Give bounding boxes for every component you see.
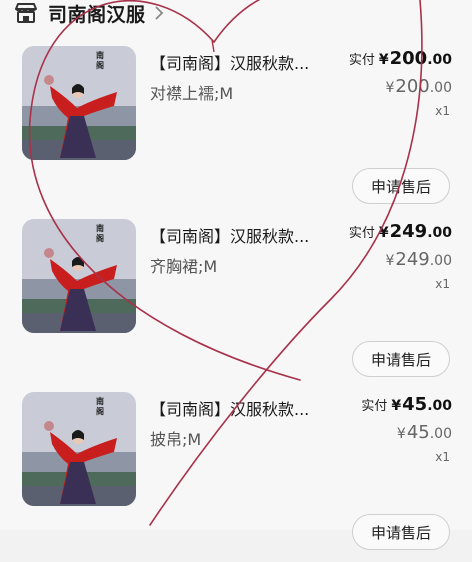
seal-mark: 南 阁 <box>96 223 104 243</box>
product-spec: 对襟上襦;M <box>150 84 234 103</box>
quantity: x1 <box>435 104 450 118</box>
paid-dec: .00 <box>427 52 452 68</box>
paid-label: 实付 <box>361 399 388 414</box>
quantity: x1 <box>435 450 450 464</box>
currency-symbol: ¥ <box>378 225 389 241</box>
unit-int: 249 <box>395 249 430 270</box>
paid-dec: .00 <box>427 225 452 241</box>
paid-label: 实付 <box>348 226 375 241</box>
product-spec: 齐胸裙;M <box>150 257 218 276</box>
after-sale-button[interactable]: 申请售后 <box>352 514 450 550</box>
unit-dec: .00 <box>429 80 452 96</box>
svg-text:阁: 阁 <box>96 60 104 70</box>
paid-dec: .00 <box>427 398 452 414</box>
seal-mark: 南 阁 <box>96 50 104 70</box>
svg-text:南: 南 <box>96 223 104 233</box>
product-spec: 披帛;M <box>150 430 202 449</box>
unit-dec: .00 <box>429 426 452 442</box>
currency-symbol: ¥ <box>391 398 402 414</box>
currency-symbol: ¥ <box>385 80 395 96</box>
after-sale-button[interactable]: 申请售后 <box>352 341 450 377</box>
order-item[interactable]: 南 阁 【司南阁】汉服秋款... 齐胸裙;M 实付 ¥ 249 .00 ¥ 24… <box>0 219 472 389</box>
product-image[interactable]: 南 阁 <box>22 46 136 160</box>
product-title[interactable]: 【司南阁】汉服秋款... <box>150 396 309 420</box>
unit-int: 200 <box>395 76 430 97</box>
product-image[interactable]: 南 阁 <box>22 392 136 506</box>
svg-text:阁: 阁 <box>96 406 104 416</box>
after-sale-button[interactable]: 申请售后 <box>352 168 450 204</box>
chevron-right-icon <box>154 5 164 21</box>
paid-price: 实付 ¥ 249 .00 <box>349 221 452 242</box>
product-image[interactable]: 南 阁 <box>22 219 136 333</box>
unit-price: ¥ 200 .00 <box>385 76 452 97</box>
product-title[interactable]: 【司南阁】汉服秋款... <box>150 223 309 247</box>
unit-int: 45 <box>406 422 430 443</box>
order-item[interactable]: 南 阁 【司南阁】汉服秋款... 对襟上襦;M 实付 ¥ 200 .00 ¥ 2… <box>0 46 472 216</box>
seal-mark: 南 阁 <box>96 396 104 416</box>
paid-label: 实付 <box>348 53 375 68</box>
paid-price: 实付 ¥ 45 .00 <box>361 394 452 415</box>
svg-text:阁: 阁 <box>96 233 104 243</box>
svg-text:南: 南 <box>96 50 104 60</box>
product-title[interactable]: 【司南阁】汉服秋款... <box>150 50 309 74</box>
paid-int: 249 <box>389 221 428 242</box>
quantity: x1 <box>435 277 450 291</box>
currency-symbol: ¥ <box>396 426 406 442</box>
paid-int: 45 <box>402 394 428 415</box>
unit-price: ¥ 45 .00 <box>397 422 452 443</box>
unit-price: ¥ 249 .00 <box>385 249 452 270</box>
paid-int: 200 <box>389 48 428 69</box>
order-item[interactable]: 南 阁 【司南阁】汉服秋款... 披帛;M 实付 ¥ 45 .00 ¥ 45 .… <box>0 392 472 562</box>
order-card: 司南阁汉服 南 阁 【司南阁】汉服秋款... 对襟上襦;M 实付 ¥ 200 .… <box>0 0 472 550</box>
paid-price: 实付 ¥ 200 .00 <box>349 48 452 69</box>
currency-symbol: ¥ <box>378 52 389 68</box>
svg-text:南: 南 <box>96 396 104 406</box>
shop-header[interactable]: 司南阁汉服 <box>14 0 164 26</box>
shop-name: 司南阁汉服 <box>48 3 146 26</box>
store-icon <box>14 2 38 24</box>
currency-symbol: ¥ <box>385 253 395 269</box>
unit-dec: .00 <box>429 253 452 269</box>
